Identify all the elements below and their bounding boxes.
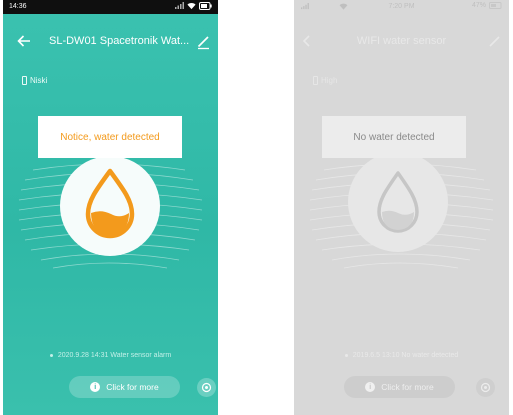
notice-text: Notice, water detected <box>60 131 160 143</box>
back-arrow-icon[interactable] <box>298 32 316 50</box>
battery-label: High <box>321 76 338 85</box>
info-icon: i <box>90 382 101 392</box>
notice-text: No water detected <box>353 131 435 143</box>
edit-pencil-icon[interactable] <box>196 32 212 50</box>
settings-button[interactable] <box>476 378 495 397</box>
battery-indicator: Niski <box>22 76 47 85</box>
status-bar: 14:36 <box>3 0 218 14</box>
battery-indicator: High <box>313 76 337 85</box>
wifi-icon <box>187 3 196 10</box>
notice-card: Notice, water detected <box>38 116 182 158</box>
app-bar: WIFI water sensor <box>294 30 509 54</box>
history-entry[interactable]: 2019.6.5 13:10 No water detected <box>294 352 509 359</box>
battery-icon <box>22 76 27 85</box>
water-sensor-graphic <box>18 156 203 269</box>
settings-button[interactable] <box>197 378 216 397</box>
water-sensor-graphic <box>309 152 494 269</box>
page-title: WIFI water sensor <box>356 35 447 47</box>
battery-label: Niski <box>30 76 48 85</box>
more-button-label: Click for more <box>381 382 434 392</box>
edit-pencil-icon[interactable] <box>487 32 503 50</box>
status-icons <box>174 2 212 10</box>
more-button-label: Click for more <box>106 382 159 392</box>
status-bar: 7:20 PM 47% <box>294 0 509 14</box>
history-dot <box>344 354 348 357</box>
click-for-more-button[interactable]: i Click for more <box>344 376 455 398</box>
history-text: 2020.9.28 14:31 Water sensor alarm <box>57 352 172 359</box>
signal-icon <box>175 2 184 9</box>
history-dot <box>49 354 53 357</box>
battery-status-icon <box>199 2 212 10</box>
back-arrow-icon[interactable] <box>15 32 33 50</box>
click-for-more-button[interactable]: i Click for more <box>69 376 180 398</box>
left-phone-screen: 14:36 SL-DW01 Spacetronik Wat... Niski N… <box>3 0 218 415</box>
right-phone-screen: 7:20 PM 47% WIFI water sensor High No wa… <box>294 0 509 415</box>
battery-percent: 47% <box>471 2 486 9</box>
info-icon: i <box>365 382 376 392</box>
settings-gear-icon <box>201 382 212 393</box>
notice-card: No water detected <box>322 116 466 158</box>
battery-status-icon <box>489 2 502 9</box>
status-time: 14:36 <box>9 3 27 10</box>
history-text: 2019.6.5 13:10 No water detected <box>352 352 459 359</box>
history-entry[interactable]: 2020.9.28 14:31 Water sensor alarm <box>3 352 218 359</box>
settings-gear-icon <box>480 382 491 393</box>
page-title: SL-DW01 Spacetronik Wat... <box>49 35 190 47</box>
app-bar: SL-DW01 Spacetronik Wat... <box>3 30 218 54</box>
status-icons: 47% <box>472 2 503 9</box>
battery-icon <box>313 76 318 85</box>
